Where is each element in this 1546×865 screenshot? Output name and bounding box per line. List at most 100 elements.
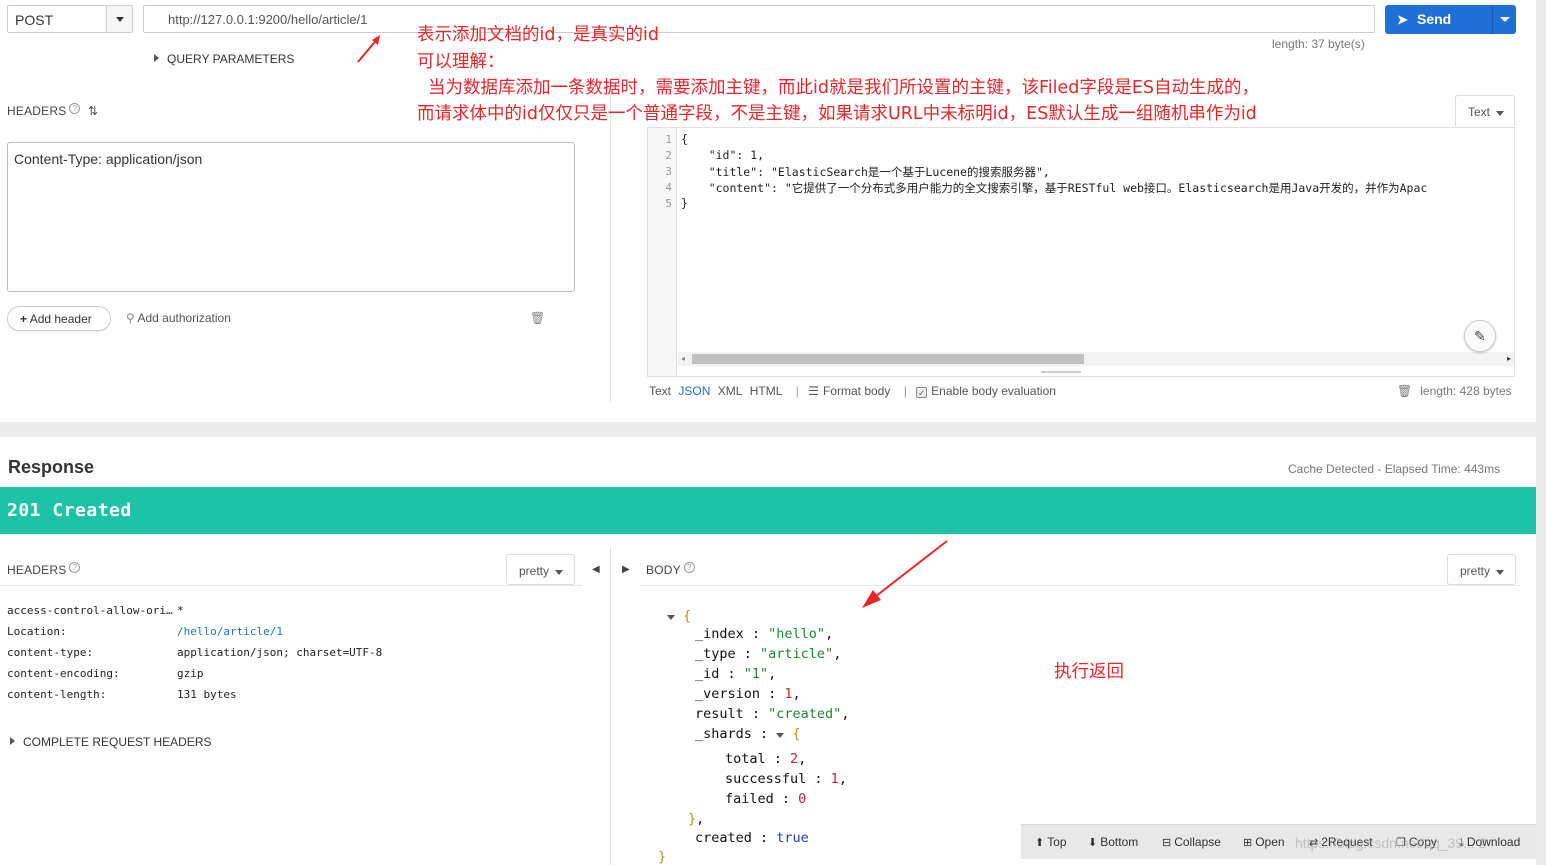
body-editor[interactable]: 1 2 3 4 5 { "id": 1, "title": "ElasticSe… [647, 127, 1515, 377]
format-body-button[interactable]: Format body [823, 384, 890, 398]
line-number: 4 [665, 181, 672, 194]
arrow-down-icon: ⬇ [1088, 837, 1098, 849]
complete-request-headers-toggle[interactable]: COMPLETE REQUEST HEADERS [10, 735, 211, 749]
method-value: POST [15, 12, 54, 28]
collapse-toggle-icon[interactable] [667, 615, 675, 620]
divider: | [903, 384, 907, 398]
location-link[interactable]: /hello/article/1 [177, 625, 283, 638]
format-text[interactable]: Text [649, 384, 671, 398]
response-headers-label: HEADERS [7, 563, 67, 577]
trash-icon[interactable]: 🗑 [1397, 384, 1412, 398]
send-label: Send [1417, 11, 1452, 27]
headers-pretty-select[interactable]: pretty [506, 554, 575, 585]
response-panel: Response Cache Detected - Elapsed Time: … [0, 437, 1536, 865]
chevron-down-icon[interactable] [106, 6, 132, 32]
help-icon[interactable]: ? [69, 562, 81, 573]
magic-wand-icon[interactable]: ✎ [1464, 320, 1496, 352]
json-line-created: created : true [695, 830, 809, 846]
scroll-left-icon[interactable]: ◂ [681, 354, 685, 363]
collapse-left-icon[interactable]: ◀ [592, 564, 600, 575]
scroll-right-icon[interactable]: ▸ [1507, 354, 1511, 363]
json-value: "1" [743, 666, 769, 682]
header-value: * [177, 604, 184, 617]
format-body-icon: ☰ [808, 384, 819, 398]
arrow-up-icon: ⬆ [1035, 837, 1045, 849]
request-headers-label: HEADERS [7, 104, 67, 118]
body-label: BODY [646, 563, 681, 577]
annotation-arrow-body [862, 540, 948, 608]
top-button[interactable]: ⬆ Top [1035, 835, 1067, 849]
send-options-dropdown[interactable] [1492, 5, 1516, 34]
enable-eval-checkbox[interactable]: ✓ [916, 387, 928, 398]
header-row: access-control-allow-ori… * [7, 604, 184, 617]
json-value: "hello" [768, 626, 826, 642]
body-pretty-select[interactable]: pretty [1447, 554, 1516, 585]
query-parameters-toggle[interactable]: QUERY PARAMETERS [154, 52, 294, 66]
method-select[interactable]: POST [7, 5, 133, 33]
enable-eval-label: Enable body evaluation [931, 384, 1056, 398]
json-line-type: _type : "article", [695, 646, 842, 662]
line-number: 2 [665, 149, 672, 162]
add-header-button[interactable]: + Add header [7, 306, 111, 331]
json-value: 1 [830, 771, 839, 787]
json-value: 0 [798, 791, 807, 807]
header-value: application/json; charset=UTF-8 [177, 646, 383, 659]
trash-icon[interactable]: 🗑 [530, 311, 545, 325]
add-header-label: Add header [29, 312, 92, 326]
divider: | [795, 384, 799, 398]
help-icon[interactable]: ? [683, 562, 695, 573]
scrollbar-thumb[interactable] [692, 354, 1084, 364]
panel-divider [610, 95, 611, 402]
header-value: 131 bytes [177, 688, 237, 701]
header-row: content-type: application/json; charset=U… [7, 646, 382, 659]
caret-right-icon [154, 54, 159, 62]
elapsed-time: Cache Detected - Elapsed Time: 443ms [1288, 462, 1501, 476]
json-line-version: _version : 1, [695, 686, 801, 702]
response-headers-heading: HEADERS? [7, 562, 81, 577]
arrow-line [870, 540, 948, 601]
format-json[interactable]: JSON [678, 384, 710, 398]
json-value: "created" [768, 706, 842, 722]
response-body-heading: BODY? [646, 562, 695, 577]
json-line-result: result : "created", [695, 706, 850, 722]
line-number: 1 [665, 133, 672, 146]
panel-divider [610, 547, 611, 865]
pretty-label: pretty [1460, 564, 1491, 578]
body-mode-select[interactable]: Text [1455, 95, 1515, 126]
code-line: "title": "ElasticSearch是一个基于Lucene的搜索服务器… [681, 165, 1050, 179]
open-button[interactable]: ⊞ Open [1243, 835, 1285, 849]
pretty-label: pretty [519, 564, 550, 578]
key-icon: ⚲ [126, 311, 135, 325]
header-key: content-length: [7, 688, 107, 701]
expand-right-icon[interactable]: ▶ [622, 564, 630, 575]
annotation-line-1: 表示添加文档的id，是真实的id [417, 25, 659, 45]
help-icon[interactable]: ? [69, 103, 81, 114]
sort-icon[interactable]: ⇅ [88, 104, 98, 118]
collapse-button[interactable]: ⊟ Collapse [1162, 835, 1221, 849]
json-line-total: total : 2, [725, 751, 807, 767]
code-line: } [681, 196, 688, 210]
code-line: "id": 1, [681, 148, 765, 162]
format-xml[interactable]: XML [718, 384, 743, 398]
send-button[interactable]: ➤ Send [1385, 5, 1516, 34]
resize-handle[interactable] [1041, 371, 1081, 373]
collapse-toggle-icon[interactable] [776, 733, 785, 738]
json-line-failed: failed : 0 [725, 791, 807, 807]
url-input[interactable]: http://127.0.0.1:9200/hello/article/1 [143, 5, 1375, 33]
line-number: 3 [665, 165, 672, 178]
complete-request-headers-label: COMPLETE REQUEST HEADERS [23, 735, 212, 749]
add-authorization-link[interactable]: ⚲ Add authorization [126, 311, 231, 325]
url-length: length: 37 byte(s) [1272, 37, 1365, 51]
body-mode-value: Text [1468, 105, 1491, 119]
bottom-button[interactable]: ⬇ Bottom [1088, 835, 1138, 849]
json-value: 2 [790, 751, 799, 767]
horizontal-scrollbar[interactable]: ◂ ▸ [678, 352, 1514, 366]
header-value: gzip [177, 667, 204, 680]
format-html[interactable]: HTML [750, 384, 783, 398]
bottom-label: Bottom [1100, 835, 1139, 849]
request-headers-textarea[interactable]: Content-Type: application/json [7, 142, 575, 292]
json-value: true [776, 830, 809, 846]
json-line-id: _id : "1", [695, 666, 777, 682]
chevron-down-icon [1496, 570, 1505, 575]
divider [0, 585, 582, 586]
